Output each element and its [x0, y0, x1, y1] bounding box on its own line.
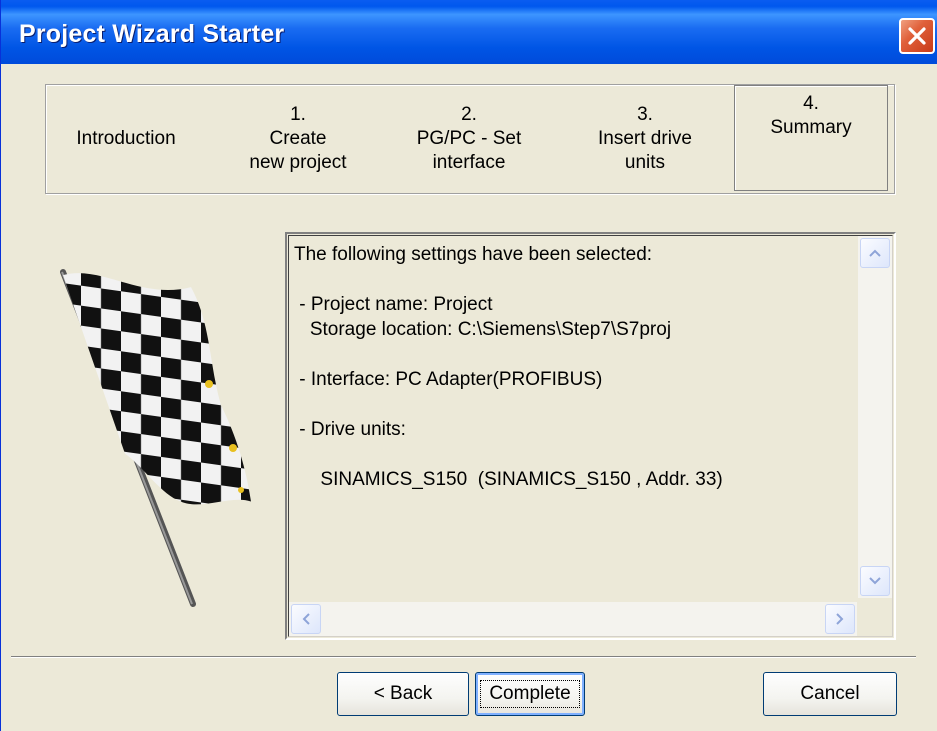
step-introduction: Introduction	[46, 85, 206, 193]
step-number: 4.	[803, 93, 819, 114]
chevron-down-icon	[869, 577, 881, 585]
step-number: 3.	[637, 104, 653, 125]
complete-button[interactable]: Complete	[475, 672, 585, 716]
checkered-flag-icon	[60, 269, 251, 607]
step-label: new project	[249, 152, 347, 173]
step-label: Insert drive	[598, 128, 692, 149]
summary-heading: The following settings have been selecte…	[294, 244, 653, 265]
complete-button-label: Complete	[480, 680, 580, 708]
step-label: Summary	[770, 117, 852, 138]
scroll-down-button[interactable]	[860, 566, 890, 596]
summary-project-name: - Project name: Project	[294, 294, 493, 315]
summary-drive-units: - Drive units:	[294, 419, 406, 440]
step-set-interface: 2. PG/PC - Set interface	[384, 85, 554, 193]
step-number: 1.	[290, 104, 306, 125]
close-icon	[908, 27, 926, 45]
wizard-body: Introduction 1. Create new project 2. PG…	[1, 64, 937, 731]
step-create-project: 1. Create new project	[218, 85, 378, 193]
scroll-up-button[interactable]	[860, 238, 890, 268]
chevron-right-icon	[836, 613, 844, 625]
horizontal-scrollbar[interactable]	[289, 602, 857, 636]
back-button[interactable]: < Back	[337, 672, 469, 716]
wizard-steps: Introduction 1. Create new project 2. PG…	[45, 84, 895, 194]
summary-storage-location: Storage location: C:\Siemens\Step7\S7pro…	[294, 319, 672, 340]
summary-text: The following settings have been selecte…	[294, 242, 854, 492]
step-summary: 4. Summary	[734, 85, 888, 191]
scroll-corner	[858, 602, 892, 636]
summary-textbox[interactable]: The following settings have been selecte…	[285, 232, 896, 640]
step-insert-drive-units: 3. Insert drive units	[560, 85, 730, 193]
wizard-window: Project Wizard Starter Introduction 1. C…	[0, 0, 937, 731]
step-number: 2.	[461, 104, 477, 125]
summary-drive-entry: SINAMICS_S150 (SINAMICS_S150 , Addr. 33)	[294, 469, 723, 490]
step-label: Create	[269, 128, 327, 149]
cancel-button[interactable]: Cancel	[763, 672, 897, 716]
step-label: PG/PC - Set	[416, 128, 522, 149]
step-label: interface	[432, 152, 506, 173]
chevron-left-icon	[302, 613, 310, 625]
vertical-scrollbar[interactable]	[858, 236, 892, 598]
chevron-up-icon	[869, 249, 881, 257]
summary-textbox-inner: The following settings have been selecte…	[288, 235, 893, 637]
step-label: units	[624, 152, 666, 173]
button-divider	[11, 656, 916, 658]
summary-interface: - Interface: PC Adapter(PROFIBUS)	[294, 369, 603, 390]
scroll-right-button[interactable]	[825, 604, 855, 634]
step-label: Introduction	[76, 128, 176, 149]
scroll-left-button[interactable]	[291, 604, 321, 634]
window-title: Project Wizard Starter	[19, 20, 285, 48]
close-button[interactable]	[899, 18, 935, 54]
